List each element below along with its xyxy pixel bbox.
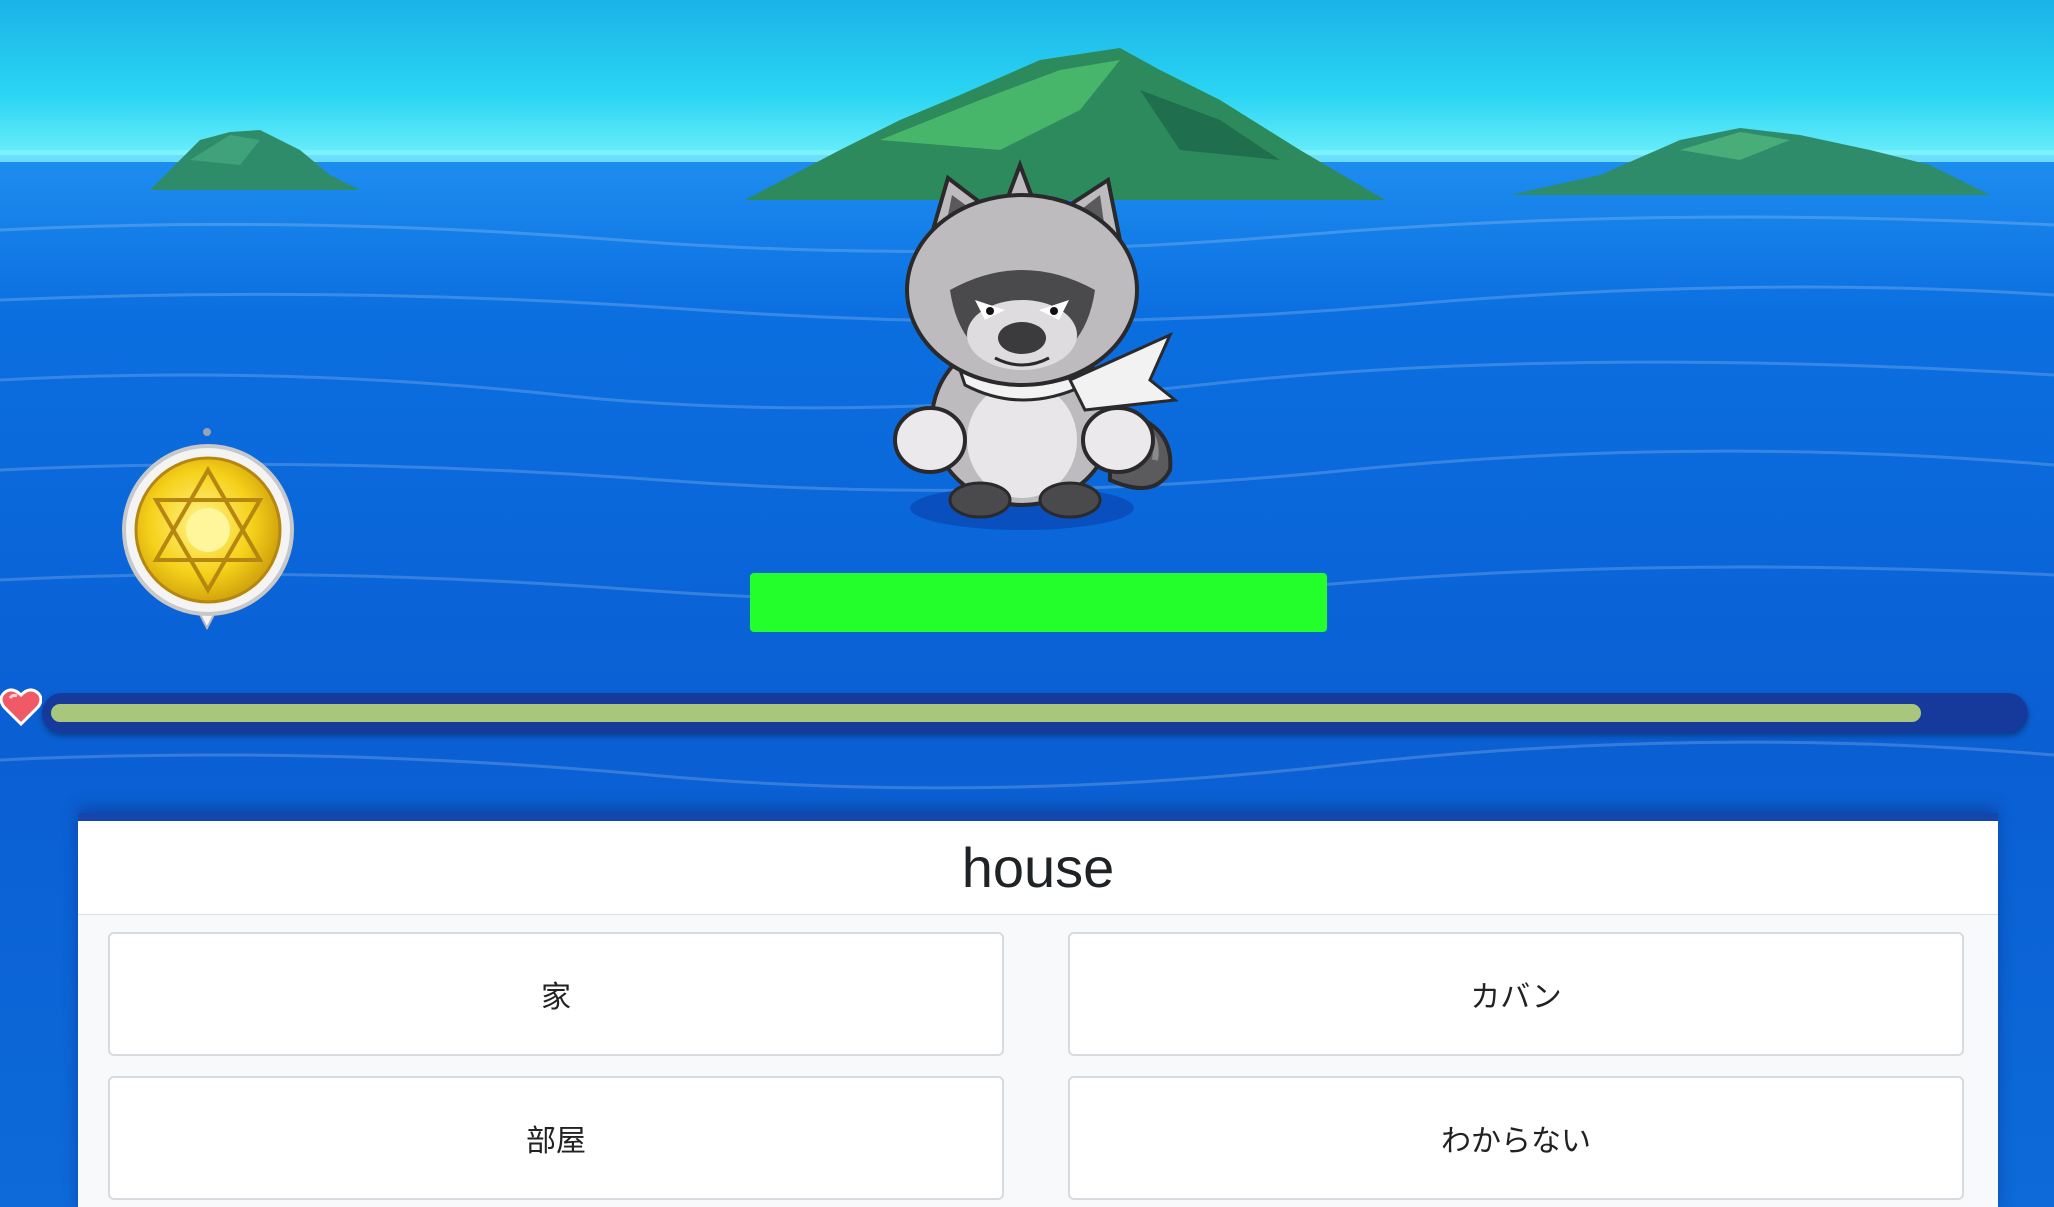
game-stage: house 家 カバン 部屋 わからない: [0, 0, 2054, 1207]
answer-button-2[interactable]: カバン: [1068, 932, 1964, 1056]
player-health-track: [42, 693, 2028, 733]
enemy-health-fill: [750, 573, 1327, 632]
answer-button-4[interactable]: わからない: [1068, 1076, 1964, 1200]
answer-button-3[interactable]: 部屋: [108, 1076, 1004, 1200]
question-word: house: [78, 821, 1998, 915]
quiz-panel: house 家 カバン 部屋 わからない: [78, 813, 1998, 1207]
heart-icon: [0, 688, 42, 726]
answer-button-1[interactable]: 家: [108, 932, 1004, 1056]
player-health-bar: [0, 686, 2030, 736]
enemy-health-bar: [750, 573, 1327, 632]
player-health-fill: [51, 704, 1921, 722]
